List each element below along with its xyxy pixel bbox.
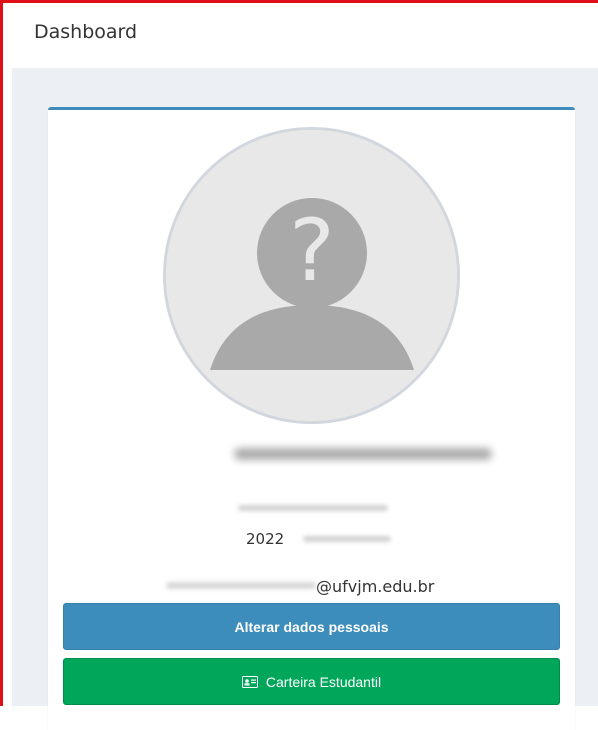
edit-personal-data-button[interactable]: Alterar dados pessoais (63, 603, 560, 650)
profile-email: @ufvjm.edu.br (316, 577, 435, 596)
profile-box: ? 2022 @ufvjm.edu.br Alterar dados pesso… (48, 107, 575, 730)
student-card-button[interactable]: Carteira Estudantil (63, 658, 560, 705)
unknown-user-icon: ? (166, 130, 457, 421)
profile-course-redacted (238, 505, 388, 511)
enrollment-number-redacted (303, 536, 391, 542)
page-title: Dashboard (34, 21, 138, 43)
enrollment-year: 2022 (246, 530, 285, 548)
avatar: ? (163, 127, 460, 424)
profile-name-redacted (234, 448, 492, 460)
id-card-icon (241, 675, 258, 688)
student-card-label: Carteira Estudantil (265, 673, 382, 690)
content-header: Dashboard (12, 3, 598, 69)
email-user-redacted (166, 582, 316, 589)
edit-personal-data-label: Alterar dados pessoais (234, 618, 389, 635)
svg-text:?: ? (289, 201, 335, 301)
